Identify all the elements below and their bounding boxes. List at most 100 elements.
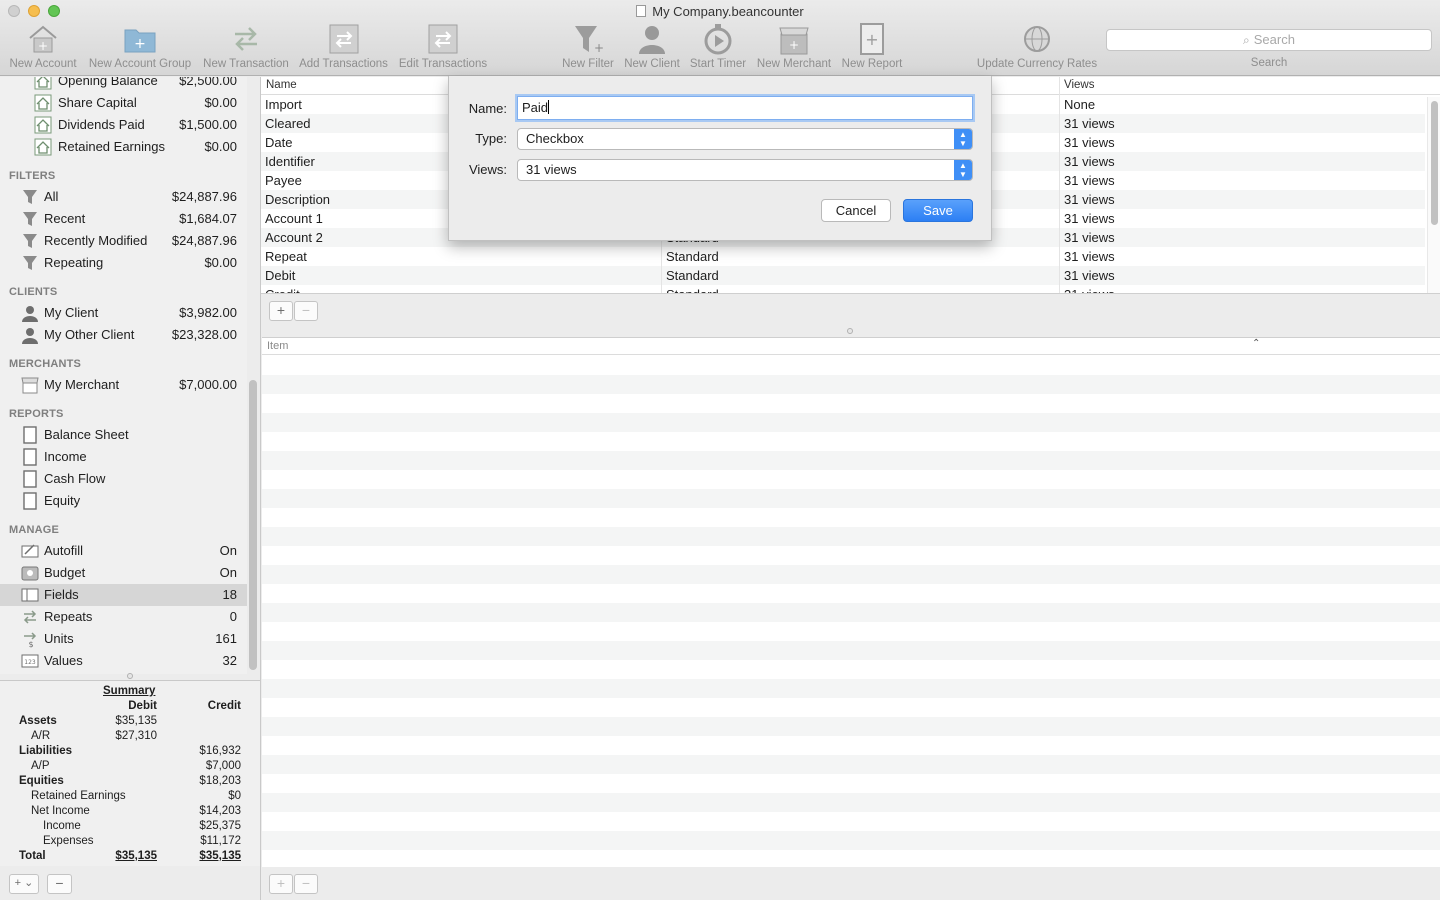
update-currency-rates-button[interactable]: Update Currency Rates [975, 22, 1099, 72]
table-row[interactable]: Repeat Standard 31 views [261, 247, 1425, 266]
sort-ascending-icon[interactable]: ⌃ [1252, 338, 1260, 349]
sidebar-item-recently-modified[interactable]: Recently Modified $24,887.96 [0, 230, 247, 252]
sidebar-item-autofill[interactable]: Autofill On [0, 540, 247, 562]
name-field[interactable]: Paid [517, 96, 973, 120]
splitter-handle[interactable] [847, 328, 853, 334]
column-header-name[interactable]: Name [266, 79, 297, 91]
new-merchant-label: New Merchant [756, 58, 832, 70]
items-table: Item ⌃ [262, 337, 1440, 867]
cell-views: 31 views [1064, 173, 1115, 188]
sidebar-item-balance-sheet[interactable]: Balance Sheet [0, 424, 247, 446]
sidebar-item-label: Balance Sheet [44, 427, 129, 442]
remove-item-button[interactable]: − [294, 874, 318, 894]
splitter-handle[interactable] [127, 673, 133, 679]
table-row[interactable]: Credit Standard 31 views [261, 285, 1425, 293]
fields-scrollbar-thumb[interactable] [1431, 101, 1438, 225]
new-filter-button[interactable]: + New Filter [560, 22, 616, 72]
fields-icon [21, 586, 39, 604]
empty-row-stripe [262, 755, 1440, 774]
cell-name: Description [265, 192, 331, 207]
account-icon [34, 77, 52, 90]
add-transactions-button[interactable]: Add Transactions [297, 22, 390, 72]
search-input[interactable]: ⌕ Search [1106, 29, 1432, 51]
name-field-value: Paid [522, 100, 549, 115]
sidebar-item-label: Retained Earnings [58, 139, 165, 154]
sidebar-item-repeating[interactable]: Repeating $0.00 [0, 252, 247, 274]
cell-views: 31 views [1064, 230, 1115, 245]
cancel-button[interactable]: Cancel [821, 199, 891, 222]
summary-row-label: Retained Earnings [31, 790, 126, 802]
sidebar-item-value: $24,887.96 [171, 189, 237, 204]
new-account-label: New Account [9, 58, 77, 70]
account-icon [34, 138, 52, 156]
repeats-icon [21, 608, 39, 626]
new-transaction-button[interactable]: New Transaction [202, 22, 290, 72]
sidebar-item-value: $23,328.00 [171, 327, 237, 342]
cell-views: 31 views [1064, 192, 1115, 207]
sidebar-scrollbar[interactable] [249, 380, 257, 670]
sidebar-item-value: 18 [222, 587, 237, 602]
new-account-button[interactable]: + New Account [8, 22, 78, 72]
column-header-views[interactable]: Views [1064, 79, 1094, 91]
column-header-item[interactable]: Item [267, 340, 288, 352]
type-popup[interactable]: Checkbox ▲ ▼ [517, 128, 973, 150]
sidebar-item-all[interactable]: All $24,887.96 [0, 186, 247, 208]
summary-row-label: Total [19, 850, 46, 862]
new-report-icon: + [860, 23, 884, 55]
sidebar-item-retained-earnings[interactable]: Retained Earnings $0.00 [0, 136, 247, 158]
remove-button[interactable]: − [47, 874, 72, 894]
sidebar-item-label: Recently Modified [44, 233, 148, 248]
empty-row-stripe [262, 489, 1440, 508]
cell-type: Standard [666, 287, 719, 293]
sidebar-item-dividends-paid[interactable]: Dividends Paid $1,500.00 [0, 114, 247, 136]
sidebar-item-my-merchant[interactable]: My Merchant $7,000.00 [0, 374, 247, 396]
add-field-button[interactable]: + [269, 301, 293, 321]
views-popup[interactable]: 31 views ▲ ▼ [517, 159, 973, 181]
summary-row-label: A/P [31, 760, 50, 772]
account-icon [34, 116, 52, 134]
save-button[interactable]: Save [903, 199, 973, 222]
cell-name: Payee [265, 173, 302, 188]
new-report-button[interactable]: + New Report [840, 22, 904, 72]
sidebar-item-income[interactable]: Income [0, 446, 247, 468]
summary-row: Liabilities $16,932 [0, 745, 260, 760]
new-client-label: New Client [624, 58, 680, 70]
filter-icon [21, 188, 39, 206]
sidebar-item-cash-flow[interactable]: Cash Flow [0, 468, 247, 490]
sidebar-item-label: Opening Balance [58, 77, 158, 88]
sidebar-item-recent[interactable]: Recent $1,684.07 [0, 208, 247, 230]
sidebar-item-equity[interactable]: Equity [0, 490, 247, 512]
new-merchant-button[interactable]: + New Merchant [755, 22, 833, 72]
sidebar-item-value: $3,982.00 [179, 305, 237, 320]
sidebar-item-values[interactable]: 123 Values 32 [0, 650, 247, 672]
add-item-button[interactable]: + [269, 874, 293, 894]
summary-row: Income $25,375 [0, 820, 260, 835]
new-account-group-button[interactable]: + New Account Group [86, 22, 194, 72]
summary-row: A/R $27,310 [0, 730, 260, 745]
add-menu-button[interactable]: + ⌄ [9, 874, 39, 894]
summary-row: Expenses $11,172 [0, 835, 260, 850]
new-filter-icon: + [575, 26, 604, 55]
sidebar-item-my-client[interactable]: My Client $3,982.00 [0, 302, 247, 324]
sidebar-item-budget[interactable]: Budget On [0, 562, 247, 584]
sidebar-item-repeats[interactable]: Repeats 0 [0, 606, 247, 628]
popup-arrows-icon: ▲ ▼ [954, 129, 972, 149]
sidebar-item-fields[interactable]: Fields 18 [0, 584, 247, 606]
cell-views: 31 views [1064, 249, 1115, 264]
sidebar-item-value: 0 [229, 609, 237, 624]
items-table-header: Item ⌃ [262, 338, 1440, 355]
edit-transactions-button[interactable]: Edit Transactions [397, 22, 489, 72]
sidebar-item-my-other-client[interactable]: My Other Client $23,328.00 [0, 324, 247, 346]
svg-text:+: + [865, 30, 878, 49]
sidebar-item-share-capital[interactable]: Share Capital $0.00 [0, 92, 247, 114]
start-timer-button[interactable]: Start Timer [688, 22, 748, 72]
name-label: Name: [468, 101, 507, 116]
cell-type: Standard [666, 249, 719, 264]
table-row[interactable]: Debit Standard 31 views [261, 266, 1425, 285]
sidebar-item-opening-balance[interactable]: Opening Balance $2,500.00 [0, 77, 247, 92]
new-client-button[interactable]: New Client [622, 22, 682, 72]
remove-field-button[interactable]: − [294, 301, 318, 321]
filter-icon [21, 232, 39, 250]
sidebar-item-units[interactable]: $ Units 161 [0, 628, 247, 650]
fields-scrollbar[interactable] [1427, 97, 1440, 293]
